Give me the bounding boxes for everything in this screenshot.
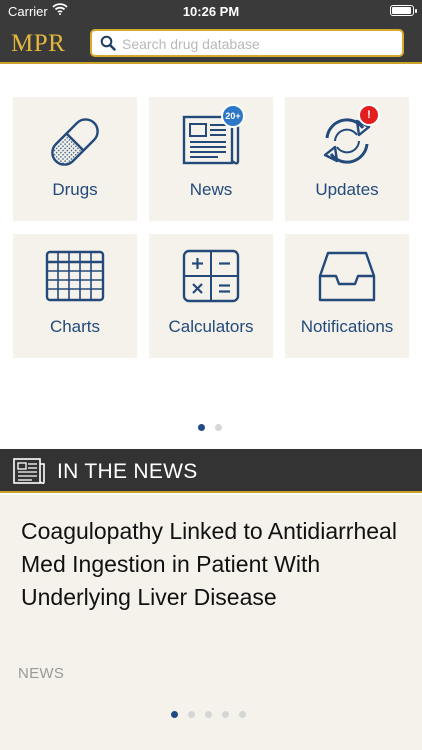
mpr-logo: MPR — [11, 30, 66, 57]
news-category: NEWS — [18, 665, 65, 682]
news-headline[interactable]: Coagulopathy Linked to Antidiarrheal Med… — [21, 515, 406, 614]
tile-label: Calculators — [168, 317, 254, 336]
page-dot[interactable] — [215, 424, 222, 431]
tile-label: Notifications — [300, 317, 394, 336]
page-dot[interactable] — [239, 711, 246, 718]
tile-news[interactable]: 20+ News — [149, 97, 273, 221]
tile-label: Updates — [315, 180, 379, 199]
tile-drugs[interactable]: Drugs — [13, 97, 137, 221]
tile-label: Drugs — [52, 180, 98, 199]
news-section-header: IN THE NEWS — [0, 449, 422, 493]
newspaper-icon — [12, 457, 46, 490]
page-dot[interactable] — [222, 711, 229, 718]
news-count-badge: 20+ — [221, 104, 245, 128]
search-icon — [100, 35, 116, 56]
table-chart-icon — [45, 250, 105, 302]
tile-label: News — [189, 180, 233, 199]
tile-updates[interactable]: ! Updates — [285, 97, 409, 221]
search-input[interactable] — [122, 34, 392, 53]
tile-calculators[interactable]: Calculators — [149, 234, 273, 358]
page-dot[interactable] — [188, 711, 195, 718]
feature-grid: Drugs 20+ News ! Updates Charts Calculat… — [13, 97, 410, 359]
search-bar[interactable] — [90, 29, 404, 57]
tile-charts[interactable]: Charts — [13, 234, 137, 358]
updates-alert-badge: ! — [358, 104, 380, 126]
page-dot[interactable] — [198, 424, 205, 431]
clock: 10:26 PM — [182, 4, 240, 19]
section-title: IN THE NEWS — [57, 460, 198, 483]
inbox-tray-icon — [318, 251, 376, 302]
news-page-indicator[interactable] — [171, 711, 246, 718]
battery-icon — [390, 5, 417, 16]
tile-label: Charts — [49, 317, 101, 336]
status-bar: Carrier 10:26 PM — [0, 0, 422, 22]
pill-icon — [51, 118, 99, 166]
calculator-icon — [182, 249, 240, 303]
grid-page-indicator[interactable] — [198, 424, 222, 431]
page-dot[interactable] — [205, 711, 212, 718]
app-header: MPR — [0, 22, 422, 64]
tile-notifications[interactable]: Notifications — [285, 234, 409, 358]
page-dot[interactable] — [171, 711, 178, 718]
